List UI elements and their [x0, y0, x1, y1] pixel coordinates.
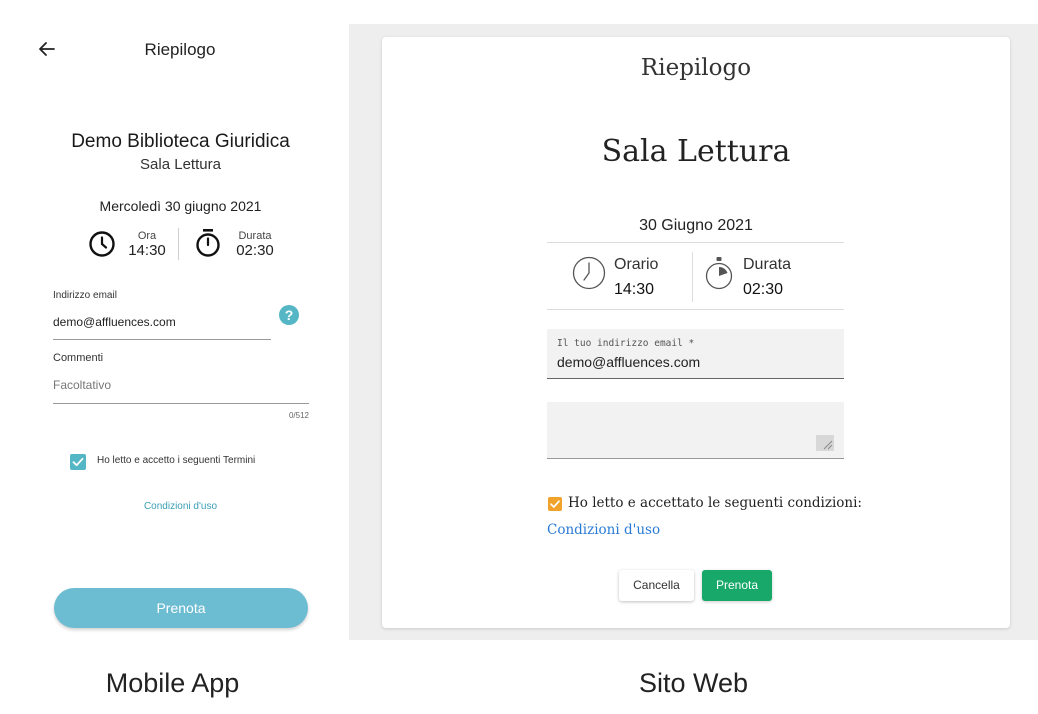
duration-block: Durata 02:30 [743, 255, 791, 301]
duration-label: Durata [743, 256, 792, 273]
email-underline [53, 339, 271, 340]
divider [547, 309, 844, 310]
time-value: 14:30 [614, 281, 655, 298]
question-icon[interactable]: ? [279, 305, 299, 325]
stopwatch-icon [196, 229, 220, 257]
web-caption: Sito Web [638, 668, 749, 698]
terms-checkbox-label: Ho letto e accetto i seguenti Termini [97, 455, 256, 466]
resize-handle-icon[interactable] [816, 435, 834, 451]
web-site-screen: Riepilogo Sala Lettura 30 Giugno 2021 Or… [349, 24, 1038, 640]
character-counter: 0/512 [288, 411, 309, 420]
time-summary: Ora 14:30 Durata 02:30 [88, 226, 288, 262]
comments-label: Commenti [53, 352, 104, 364]
terms-link[interactable]: Condizioni d'uso [547, 522, 660, 538]
divider [547, 242, 844, 243]
cancel-button[interactable]: Cancella [619, 570, 694, 601]
time-block: Ora 14:30 [126, 230, 168, 259]
email-field[interactable]: Il tuo indirizzo email * demo@affluences… [547, 329, 844, 379]
duration-label: Durata [238, 230, 272, 242]
page-title: Riepilogo [144, 40, 216, 59]
mobile-app-screen: Riepilogo Demo Biblioteca Giuridica Sala… [0, 0, 345, 650]
terms-checkbox-label: Ho letto e accettato le seguenti condizi… [568, 495, 862, 511]
summary-card: Riepilogo Sala Lettura 30 Giugno 2021 Or… [382, 37, 1010, 628]
page-title: Riepilogo [640, 55, 752, 81]
email-label: Indirizzo email [53, 290, 117, 301]
mobile-caption: Mobile App [105, 668, 240, 698]
divider [178, 228, 179, 260]
duration-value: 02:30 [743, 281, 784, 298]
room-name: Sala Lettura [601, 134, 791, 169]
comments-underline [53, 403, 309, 404]
terms-link[interactable]: Condizioni d'uso [0, 501, 361, 512]
duration-block: Durata 02:30 [230, 230, 280, 259]
reservation-date: 30 Giugno 2021 [639, 217, 753, 234]
comments-field[interactable]: Facoltativo [53, 378, 111, 392]
room-name: Sala Lettura [140, 156, 221, 173]
duration-value: 02:30 [236, 242, 274, 259]
arrow-left-icon[interactable] [36, 38, 58, 60]
time-label: Ora [137, 230, 157, 242]
email-label: Il tuo indirizzo email * [557, 338, 695, 349]
time-value: 14:30 [128, 242, 166, 259]
clock-icon [572, 256, 606, 290]
clock-icon [89, 231, 115, 257]
book-button[interactable]: Prenota [54, 588, 308, 628]
time-block: Orario 14:30 [614, 255, 658, 301]
time-label: Orario [614, 256, 659, 273]
terms-checkbox[interactable] [548, 497, 562, 511]
email-field[interactable]: demo@affluences.com [53, 315, 176, 329]
divider [692, 252, 693, 302]
book-button[interactable]: Prenota [702, 570, 772, 601]
comments-field[interactable] [547, 402, 844, 459]
checkmark-icon [550, 500, 560, 508]
checkmark-icon [72, 457, 84, 467]
email-value: demo@affluences.com [557, 354, 701, 370]
reservation-date: Mercoledì 30 giugno 2021 [99, 198, 262, 214]
stopwatch-icon [705, 257, 733, 290]
library-name: Demo Biblioteca Giuridica [71, 131, 290, 152]
terms-checkbox[interactable] [70, 454, 86, 470]
